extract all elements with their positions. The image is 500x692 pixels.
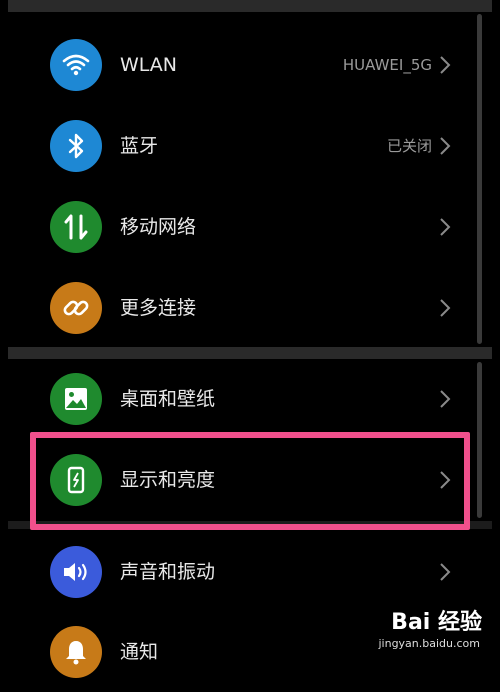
bluetooth-icon: [50, 120, 102, 172]
chevron-right-icon: [440, 390, 451, 408]
settings-item-label: WLAN: [120, 54, 178, 76]
chevron-right-icon: [440, 56, 451, 74]
highlight-box: [30, 432, 470, 530]
mobile-data-icon: [50, 201, 102, 253]
settings-item-wlan[interactable]: WLAN HUAWEI_5G: [0, 25, 500, 105]
wifi-icon: [50, 39, 102, 91]
chevron-right-icon: [440, 137, 451, 155]
wallpaper-icon: [50, 373, 102, 425]
link-icon: [50, 282, 102, 334]
chevron-right-icon: [440, 299, 451, 317]
settings-item-label: 通知: [120, 641, 159, 663]
settings-item-label: 蓝牙: [120, 135, 159, 157]
settings-item-mobile-network[interactable]: 移动网络: [0, 187, 500, 267]
settings-item-wallpaper[interactable]: 桌面和壁纸: [0, 359, 500, 439]
chevron-right-icon: [440, 563, 451, 581]
notification-icon: [50, 626, 102, 678]
settings-item-label: 更多连接: [120, 297, 197, 319]
top-divider: [8, 0, 492, 12]
settings-item-value: HUAWEI_5G: [342, 56, 432, 74]
settings-item-more-connections[interactable]: 更多连接: [0, 268, 500, 348]
section-divider: [8, 347, 492, 359]
watermark-url: jingyan.baidu.com: [378, 637, 480, 650]
settings-item-label: 移动网络: [120, 216, 197, 238]
watermark: Bai 经验 jingyan.baidu.com: [372, 600, 482, 652]
sound-icon: [50, 546, 102, 598]
settings-item-label: 桌面和壁纸: [120, 388, 216, 410]
settings-item-value: 已关闭: [386, 137, 432, 155]
settings-item-bluetooth[interactable]: 蓝牙 已关闭: [0, 106, 500, 186]
watermark-brand: Bai 经验: [391, 610, 482, 635]
settings-item-label: 声音和振动: [120, 561, 216, 583]
chevron-right-icon: [440, 218, 451, 236]
